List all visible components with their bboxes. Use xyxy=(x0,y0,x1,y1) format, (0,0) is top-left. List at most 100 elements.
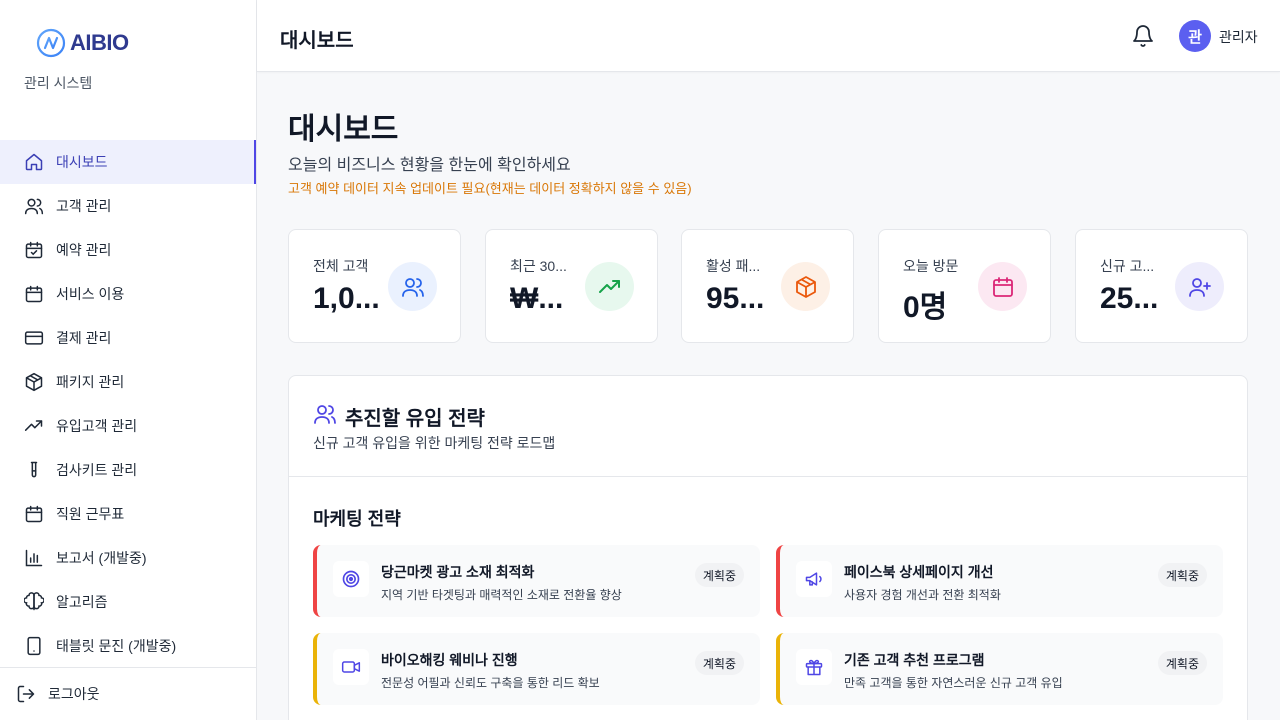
bar-chart-icon xyxy=(25,549,43,567)
stat-icon-wrap xyxy=(1175,262,1224,311)
sidebar-item-service-usage[interactable]: 서비스 이용 xyxy=(0,272,256,316)
user-plus-icon xyxy=(1188,277,1211,297)
strategy-panel: 추진할 유입 전략 신규 고객 유입을 위한 마케팅 전략 로드맵 마케팅 전략… xyxy=(288,375,1248,720)
strategy-card[interactable]: 당근마켓 광고 소재 최적화 지역 기반 타겟팅과 매력적인 소재로 전환율 향… xyxy=(313,545,760,617)
strategy-title: 추진할 유입 전략 xyxy=(345,408,485,430)
users-icon xyxy=(401,277,424,297)
sidebar-item-reservations[interactable]: 예약 관리 xyxy=(0,228,256,272)
sidebar-item-staff-schedule[interactable]: 직원 근무표 xyxy=(0,492,256,536)
credit-card-icon xyxy=(24,331,44,345)
sidebar-item-label: 보고서 (개발중) xyxy=(56,550,147,566)
sidebar-item-label: 대시보드 xyxy=(56,154,108,170)
users-icon xyxy=(314,405,336,424)
gift-icon xyxy=(805,659,823,676)
sidebar-item-label: 알고리즘 xyxy=(56,594,108,610)
stat-icon-wrap xyxy=(781,262,830,311)
sidebar-item-payments[interactable]: 결제 관리 xyxy=(0,316,256,360)
trending-up-icon xyxy=(24,420,43,431)
card-icon-wrap xyxy=(796,649,832,685)
status-badge: 계획중 xyxy=(1157,563,1207,587)
status-badge: 계획중 xyxy=(694,563,744,587)
card-icon-wrap xyxy=(796,561,832,597)
sidebar-item-label: 검사키트 관리 xyxy=(56,462,138,478)
brand-subtitle: 관리 시스템 xyxy=(24,75,93,91)
brand-name: AIBIO xyxy=(70,30,129,55)
card-icon-wrap xyxy=(333,561,369,597)
strategy-card[interactable]: 페이스북 상세페이지 개선 사용자 경험 개선과 전환 최적화 계획중 xyxy=(776,545,1223,617)
brain-icon xyxy=(24,592,44,611)
stat-icon-wrap xyxy=(978,262,1027,311)
sidebar-item-label: 유입고객 관리 xyxy=(56,418,138,434)
sidebar-item-customers[interactable]: 고객 관리 xyxy=(0,184,256,228)
stat-label: 최근 30... xyxy=(510,258,567,274)
calendar-icon xyxy=(25,505,43,523)
avatar[interactable]: 관 xyxy=(1179,20,1211,52)
strategy-panel-header: 추진할 유입 전략 신규 고객 유입을 위한 마케팅 전략 로드맵 xyxy=(289,376,1247,477)
sidebar: AIBIO 관리 시스템 대시보드 고객 관리 예약 관리 서비스 이용 결제 … xyxy=(0,0,257,720)
card-title: 바이오해킹 웨비나 진행 xyxy=(381,652,518,668)
stat-card-today-visits[interactable]: 오늘 방문 0명 xyxy=(878,229,1051,343)
sidebar-item-reports[interactable]: 보고서 (개발중) xyxy=(0,536,256,580)
sidebar-item-label: 고객 관리 xyxy=(56,198,112,214)
sidebar-item-inflow-customers[interactable]: 유입고객 관리 xyxy=(0,404,256,448)
stat-label: 신규 고... xyxy=(1100,258,1155,274)
megaphone-icon xyxy=(805,572,822,586)
stat-card-new-customers[interactable]: 신규 고... 25... xyxy=(1075,229,1248,343)
stat-value: 25... xyxy=(1100,282,1159,315)
card-description: 사용자 경험 개선과 전환 최적화 xyxy=(844,588,1001,602)
stat-label: 오늘 방문 xyxy=(903,258,959,274)
stat-card-total-customers[interactable]: 전체 고객 1,0... xyxy=(288,229,461,343)
user-name[interactable]: 관리자 xyxy=(1219,27,1258,47)
card-description: 지역 기반 타겟팅과 매력적인 소재로 전환율 향상 xyxy=(381,588,622,602)
home-icon xyxy=(25,153,43,171)
card-title: 기존 고객 추천 프로그램 xyxy=(844,652,985,668)
calendar-check-icon xyxy=(25,241,43,259)
sidebar-item-packages[interactable]: 패키지 관리 xyxy=(0,360,256,404)
calendar-icon xyxy=(992,276,1013,297)
stat-label: 활성 패... xyxy=(706,258,761,274)
sidebar-item-label: 서비스 이용 xyxy=(56,286,125,302)
stat-value: 0명 xyxy=(903,291,948,324)
sidebar-item-label: 직원 근무표 xyxy=(56,506,125,522)
status-badge: 계획중 xyxy=(1157,651,1207,675)
video-icon xyxy=(341,661,361,673)
top-header: 대시보드 관 관리자 xyxy=(257,0,1280,72)
calendar-icon xyxy=(25,285,43,303)
sidebar-item-label: 결제 관리 xyxy=(56,330,112,346)
sidebar-item-label: 패키지 관리 xyxy=(56,374,125,390)
stat-label: 전체 고객 xyxy=(313,258,369,274)
sidebar-item-test-kits[interactable]: 검사키트 관리 xyxy=(0,448,256,492)
sidebar-item-label: 예약 관리 xyxy=(56,242,112,258)
trending-up-icon xyxy=(598,279,620,293)
stat-value: ₩... xyxy=(510,282,564,315)
card-icon-wrap xyxy=(333,649,369,685)
target-icon xyxy=(342,570,360,588)
brand-logo[interactable]: AIBIO xyxy=(36,28,129,58)
notification-bell-icon[interactable] xyxy=(1131,23,1155,49)
page-description: 오늘의 비즈니스 현황을 한눈에 확인하세요 xyxy=(288,157,571,174)
sidebar-item-label: 태블릿 문진 (개발중) xyxy=(56,638,177,654)
stat-icon-wrap xyxy=(585,262,634,311)
tablet-icon xyxy=(27,636,41,656)
package-icon xyxy=(25,372,43,392)
sidebar-nav: 대시보드 고객 관리 예약 관리 서비스 이용 결제 관리 패키지 관리 유입고… xyxy=(0,140,256,668)
logout-label: 로그아웃 xyxy=(48,686,100,702)
stat-value: 1,0... xyxy=(313,282,380,315)
package-icon xyxy=(795,275,816,298)
strategy-card[interactable]: 기존 고객 추천 프로그램 만족 고객을 통한 자연스러운 신규 고객 유입 계… xyxy=(776,633,1223,705)
strategy-card[interactable]: 바이오해킹 웨비나 진행 전문성 어필과 신뢰도 구축을 통한 리드 확보 계획… xyxy=(313,633,760,705)
card-description: 만족 고객을 통한 자연스러운 신규 고객 유입 xyxy=(844,676,1063,690)
section-title: 마케팅 전략 xyxy=(313,509,401,529)
stat-card-active-packages[interactable]: 활성 패... 95... xyxy=(681,229,854,343)
stat-card-recent-30[interactable]: 최근 30... ₩... xyxy=(485,229,658,343)
card-title: 당근마켓 광고 소재 최적화 xyxy=(381,564,535,580)
sidebar-item-dashboard[interactable]: 대시보드 xyxy=(0,140,256,184)
sidebar-item-algorithm[interactable]: 알고리즘 xyxy=(0,580,256,624)
logout-button[interactable]: 로그아웃 xyxy=(0,667,256,720)
card-description: 전문성 어필과 신뢰도 구축을 통한 리드 확보 xyxy=(381,676,600,690)
logo-icon xyxy=(36,28,66,58)
header-title: 대시보드 xyxy=(280,30,354,52)
status-badge: 계획중 xyxy=(694,651,744,675)
sidebar-item-tablet-questionnaire[interactable]: 태블릿 문진 (개발중) xyxy=(0,624,256,668)
page-title: 대시보드 xyxy=(288,113,399,146)
